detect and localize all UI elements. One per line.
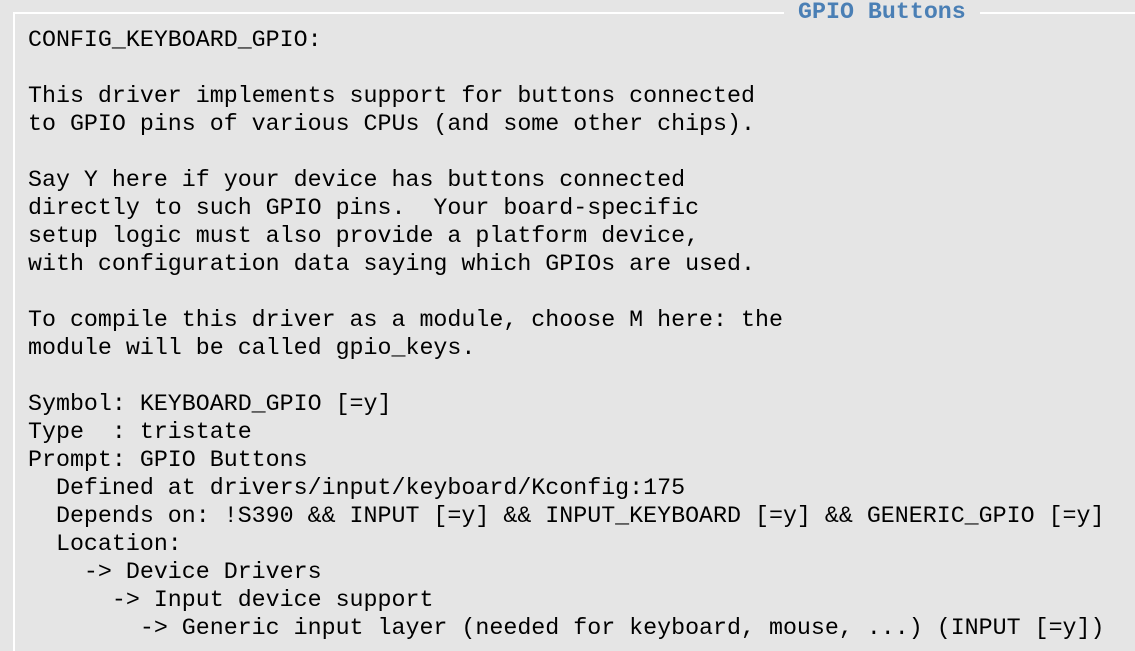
help-line-module-info: To compile this driver as a module, choo… [28,307,783,333]
help-line-description: setup logic must also provide a platform… [28,223,700,249]
help-line-location-path: -> Device Drivers [28,559,322,585]
help-line-type: Type : tristate [28,419,252,445]
help-line-blank [28,278,1135,306]
help-line-description: to GPIO pins of various CPUs (and some o… [28,111,755,137]
help-line-location-path: -> Input device support [28,587,434,613]
help-line-depends-on: Depends on: !S390 && INPUT [=y] && INPUT… [28,503,1105,529]
help-line-blank [28,362,1135,390]
help-line-description: This driver implements support for butto… [28,83,755,109]
help-text: CONFIG_KEYBOARD_GPIO: This driver implem… [28,26,1135,642]
help-line-config-name: CONFIG_KEYBOARD_GPIO: [28,27,322,53]
help-line-description: with configuration data saying which GPI… [28,251,755,277]
help-line-location: Location: [28,531,182,557]
help-line-defined-at: Defined at drivers/input/keyboard/Kconfi… [28,475,686,501]
help-line-module-info: module will be called gpio_keys. [28,335,476,361]
help-line-location-path: -> Generic input layer (needed for keybo… [28,615,1105,641]
help-line-blank [28,138,1135,166]
help-line-symbol: Symbol: KEYBOARD_GPIO [=y] [28,391,392,417]
help-line-blank [28,54,1135,82]
window-border-left [13,12,15,651]
help-line-prompt: Prompt: GPIO Buttons [28,447,308,473]
help-window: GPIO Buttons CONFIG_KEYBOARD_GPIO: This … [0,0,1135,651]
window-title: GPIO Buttons [784,0,980,26]
help-line-description: Say Y here if your device has buttons co… [28,167,686,193]
help-line-description: directly to such GPIO pins. Your board-s… [28,195,700,221]
